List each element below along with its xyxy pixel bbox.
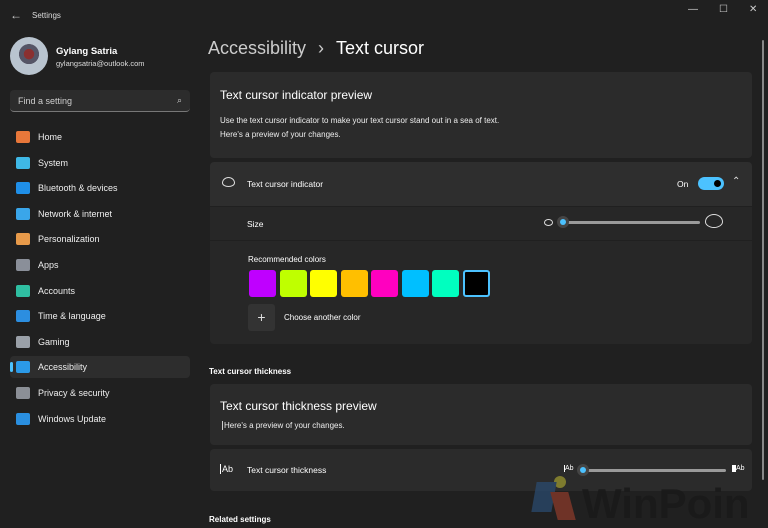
- sidebar-item-label: Privacy & security: [38, 388, 110, 398]
- sidebar-item-personalization[interactable]: Personalization: [10, 228, 190, 250]
- watermark-text: WinPoin: [582, 480, 750, 527]
- gaming-icon: [16, 335, 30, 348]
- breadcrumb-parent[interactable]: Accessibility: [208, 38, 306, 59]
- sidebar-item-accessibility[interactable]: Accessibility: [10, 356, 190, 379]
- large-indicator-icon: [705, 214, 723, 228]
- page-title: Text cursor: [336, 38, 425, 58]
- bluetooth-devices-icon: [16, 182, 30, 195]
- apps-icon: [16, 259, 30, 271]
- add-color-button[interactable]: +: [248, 304, 275, 331]
- sidebar-item-home[interactable]: Home: [10, 126, 190, 148]
- search-placeholder: Find a setting: [18, 96, 73, 106]
- indicator-toggle[interactable]: [698, 177, 724, 190]
- minimize-button[interactable]: —: [688, 4, 698, 15]
- scrollbar[interactable]: [762, 40, 764, 480]
- color-swatch[interactable]: [279, 270, 307, 297]
- thickness-preview-card: Text cursor thickness preview Here's a p…: [210, 384, 752, 445]
- toggle-state: On: [677, 179, 689, 189]
- size-row: Size: [210, 207, 752, 240]
- thickness-section-heading: Text cursor thickness: [209, 367, 292, 376]
- related-settings-heading: Related settings: [209, 515, 271, 524]
- indicator-preview-title: Text cursor indicator preview: [220, 88, 373, 102]
- indicator-label: Text cursor indicator: [247, 179, 324, 189]
- system-icon: [16, 156, 30, 169]
- sidebar-item-network-internet[interactable]: Network & internet: [10, 203, 190, 225]
- choose-color-label[interactable]: Choose another color: [284, 313, 361, 322]
- accounts-icon: [16, 284, 30, 297]
- thickness-preview-title: Text cursor thickness preview: [220, 399, 377, 413]
- sidebar-item-label: Personalization: [38, 234, 100, 245]
- color-swatch[interactable]: [401, 270, 429, 297]
- sidebar-item-windows-update[interactable]: Windows Update: [10, 408, 190, 430]
- user-name: Gylang Satria: [56, 46, 118, 57]
- thickness-icon: Ab: [220, 464, 234, 474]
- sidebar-item-privacy-security[interactable]: Privacy & security: [10, 382, 190, 404]
- watermark-logo: [531, 472, 582, 526]
- windows-update-icon: [16, 412, 30, 425]
- color-swatch[interactable]: [249, 270, 276, 297]
- size-slider-thumb[interactable]: [557, 216, 569, 228]
- close-button[interactable]: ✕: [749, 4, 757, 15]
- time-language-icon: [16, 310, 30, 323]
- privacy-security-icon: [16, 387, 30, 399]
- cursor-indicator-icon: [222, 177, 235, 187]
- sidebar-item-accounts[interactable]: Accounts: [10, 280, 190, 302]
- back-button[interactable]: ←: [10, 8, 22, 22]
- sidebar-item-label: Gaming: [38, 336, 70, 347]
- size-label: Size: [247, 219, 264, 229]
- window-title: Settings: [32, 11, 61, 20]
- thick-cursor-icon: Ab: [732, 465, 745, 472]
- accessibility-icon: [16, 361, 30, 374]
- indicator-preview-card: Text cursor indicator preview Use the te…: [210, 72, 752, 158]
- indicator-row[interactable]: Text cursor indicator On ⌃: [210, 162, 752, 206]
- personalization-icon: [16, 233, 30, 246]
- thickness-preview-text: Here's a preview of your changes.: [222, 421, 345, 430]
- sidebar-item-label: Apps: [38, 260, 59, 270]
- sidebar-item-gaming[interactable]: Gaming: [10, 331, 190, 353]
- sidebar-item-label: Bluetooth & devices: [38, 183, 118, 194]
- sidebar-item-label: Network & internet: [38, 208, 113, 219]
- color-swatch[interactable]: [310, 270, 337, 297]
- breadcrumb-separator: ›: [318, 38, 324, 58]
- sidebar-item-label: System: [38, 157, 69, 168]
- indicator-preview-text: Use the text cursor indicator to make yo…: [220, 116, 500, 139]
- chevron-up-icon[interactable]: ⌃: [732, 176, 740, 187]
- sidebar-item-bluetooth-devices[interactable]: Bluetooth & devices: [10, 177, 190, 199]
- thickness-label: Text cursor thickness: [247, 465, 327, 475]
- size-slider[interactable]: [563, 221, 700, 224]
- color-swatch[interactable]: [340, 270, 368, 297]
- avatar[interactable]: [10, 37, 48, 75]
- thin-cursor-icon: Ab: [564, 465, 574, 472]
- recommended-colors-label: Recommended colors: [248, 255, 326, 264]
- thickness-slider[interactable]: [588, 469, 726, 472]
- network-internet-icon: [16, 207, 30, 220]
- color-swatch[interactable]: [462, 270, 490, 297]
- sidebar-item-system[interactable]: System: [10, 152, 190, 174]
- search-input[interactable]: Find a setting ⌕: [10, 90, 190, 112]
- small-indicator-icon: [544, 219, 553, 226]
- sidebar-item-label: Accounts: [38, 285, 76, 296]
- sidebar-item-label: Time & language: [38, 311, 106, 322]
- color-swatch[interactable]: [432, 270, 459, 297]
- sidebar-item-time-language[interactable]: Time & language: [10, 305, 190, 327]
- home-icon: [16, 131, 30, 143]
- sidebar-item-label: Windows Update: [38, 413, 107, 424]
- sidebar-item-label: Accessibility: [38, 362, 88, 373]
- sidebar-item-apps[interactable]: Apps: [10, 254, 190, 276]
- user-email: gylangsatria@outlook.com: [56, 59, 145, 68]
- maximize-button[interactable]: ☐: [719, 4, 728, 15]
- search-icon: ⌕: [176, 95, 182, 105]
- color-swatch[interactable]: [371, 270, 398, 297]
- sidebar-item-label: Home: [38, 132, 63, 142]
